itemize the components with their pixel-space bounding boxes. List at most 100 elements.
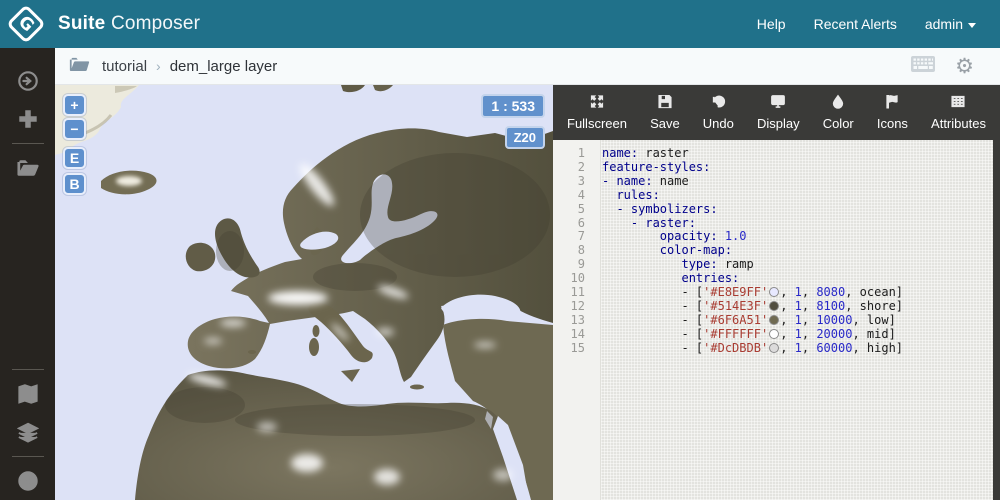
sidebar-map-icon[interactable] [0, 375, 55, 413]
code-line[interactable]: 8 color-map: [553, 243, 1000, 258]
basemap-button[interactable]: B [63, 173, 86, 195]
app-logo[interactable]: G [0, 4, 52, 44]
settings-gear-icon[interactable]: ⚙ [955, 55, 974, 77]
code-token: 1 [794, 326, 802, 341]
code-token: name [652, 173, 689, 188]
color-swatch-icon[interactable] [769, 287, 780, 298]
code-token: , [780, 326, 795, 341]
code-line[interactable]: 15 - ['#DcDBDB', 1, 60000, high] [553, 340, 1000, 356]
code-token: 1 [794, 340, 802, 355]
color-icon [830, 94, 846, 112]
breadcrumb-layer: dem_large layer [169, 57, 278, 75]
display-button[interactable]: Display [753, 94, 804, 131]
breadcrumb-bar: tutorial › dem_large layer ⚙ [55, 48, 1000, 85]
color-swatch-icon[interactable] [769, 328, 780, 339]
yaml-code-editor[interactable]: 1 name: raster 2 feature-styles: 3 - name: na… [553, 140, 1000, 500]
map-viewport[interactable]: + − E B 1 : 533 Z20 [55, 85, 553, 500]
code-line[interactable]: 2 feature-styles: [553, 160, 1000, 175]
code-token: , [801, 285, 817, 300]
code-line[interactable]: 10 entries: [553, 271, 1000, 286]
fullscreen-icon [589, 94, 605, 112]
code-token: '#6F6A51' [703, 312, 769, 327]
code-token: - [ [602, 312, 704, 327]
app-title-bold: Suite [58, 13, 106, 34]
code-line[interactable]: 11 - ['#E8E9FF', 1, 8080, ocean] [553, 285, 1000, 300]
code-token: name: [602, 146, 639, 160]
app-title-light: Composer [110, 13, 201, 34]
code-line[interactable]: 12 - ['#514E3F', 1, 8100, shore] [553, 298, 1000, 314]
sidebar-layers-icon[interactable] [0, 413, 55, 451]
sidebar-plus-icon[interactable] [0, 100, 55, 138]
code-line[interactable]: 7 opacity: 1.0 [553, 229, 1000, 244]
code-area[interactable]: 1 name: raster 2 feature-styles: 3 - name: na… [553, 140, 1000, 356]
line-content: - name: name [593, 173, 689, 189]
line-content: - symbolizers: [593, 202, 717, 217]
code-token: , low] [852, 312, 896, 327]
code-line[interactable]: 1 name: raster [553, 146, 1000, 161]
line-number: 1 [577, 146, 585, 160]
code-token: rules: [616, 187, 660, 202]
undo-button[interactable]: Undo [699, 94, 738, 131]
code-line[interactable]: 13 - ['#6F6A51', 1, 10000, low] [553, 312, 1000, 328]
code-line[interactable]: 6 - raster: [553, 216, 1000, 231]
code-token: 8100 [816, 298, 846, 313]
zoom-out-button[interactable]: − [63, 118, 86, 140]
toolbar-button-label: Icons [876, 116, 908, 131]
undo-icon [710, 94, 726, 112]
nav-help[interactable]: Help [757, 16, 786, 32]
code-line[interactable]: 9 type: ramp [553, 257, 1000, 272]
toolbar-button-label: Save [650, 116, 680, 131]
color-swatch-icon[interactable] [769, 342, 780, 353]
code-line[interactable]: 4 rules: [553, 187, 1000, 203]
line-number: 12 [570, 298, 585, 313]
attributes-button[interactable]: Attributes [927, 94, 990, 131]
line-number: 9 [577, 257, 585, 272]
code-token: '#E8E9FF' [703, 285, 769, 300]
code-token: , [780, 298, 795, 313]
fullscreen-button[interactable]: Fullscreen [563, 94, 631, 131]
code-token: '#514E3F' [703, 298, 769, 313]
code-token: '#FFFFFF' [703, 326, 769, 341]
code-token: , [780, 312, 795, 327]
color-swatch-icon[interactable] [769, 300, 780, 311]
line-content: opacity: 1.0 [593, 229, 747, 244]
code-line[interactable]: 3 - name: name [553, 173, 1000, 189]
keyboard-shortcuts-icon[interactable] [911, 55, 936, 77]
line-content: - ['#DcDBDB', 1, 60000, high] [593, 340, 903, 356]
line-content: entries: [593, 271, 740, 286]
save-button[interactable]: Save [646, 94, 684, 131]
color-swatch-icon[interactable] [769, 314, 780, 325]
sidebar-folder-open-icon[interactable] [0, 149, 55, 187]
nav-admin-menu[interactable]: admin [925, 16, 976, 32]
zoom-in-button[interactable]: + [63, 94, 86, 116]
code-token: - [ [602, 298, 704, 313]
color-button[interactable]: Color [819, 94, 858, 131]
nav-recent-alerts[interactable]: Recent Alerts [814, 16, 897, 32]
folder-icon[interactable] [69, 56, 90, 77]
code-token: 10000 [816, 312, 853, 327]
breadcrumb-workspace[interactable]: tutorial [102, 58, 147, 75]
code-token: 1.0 [717, 229, 747, 244]
sidebar-clock-icon[interactable] [0, 462, 55, 500]
code-line[interactable]: 14 - ['#FFFFFF', 1, 20000, mid] [553, 326, 1000, 342]
line-number: 13 [570, 312, 585, 327]
code-token: , [801, 340, 817, 355]
code-line[interactable]: 5 - symbolizers: [553, 201, 1000, 217]
map-zoom-controls: + − [63, 94, 86, 140]
icons-button[interactable]: Icons [873, 94, 912, 131]
code-token: 60000 [816, 340, 853, 355]
sidebar-arrow-circle-icon[interactable] [0, 62, 55, 100]
line-number: 11 [570, 285, 585, 300]
line-number: 5 [577, 201, 585, 216]
code-token: , [780, 285, 795, 300]
code-token: 20000 [816, 326, 853, 341]
code-token: entries: [681, 271, 740, 286]
edit-layer-button[interactable]: E [63, 147, 86, 169]
line-content: - ['#6F6A51', 1, 10000, low] [593, 312, 896, 328]
code-token: , mid] [852, 326, 896, 341]
